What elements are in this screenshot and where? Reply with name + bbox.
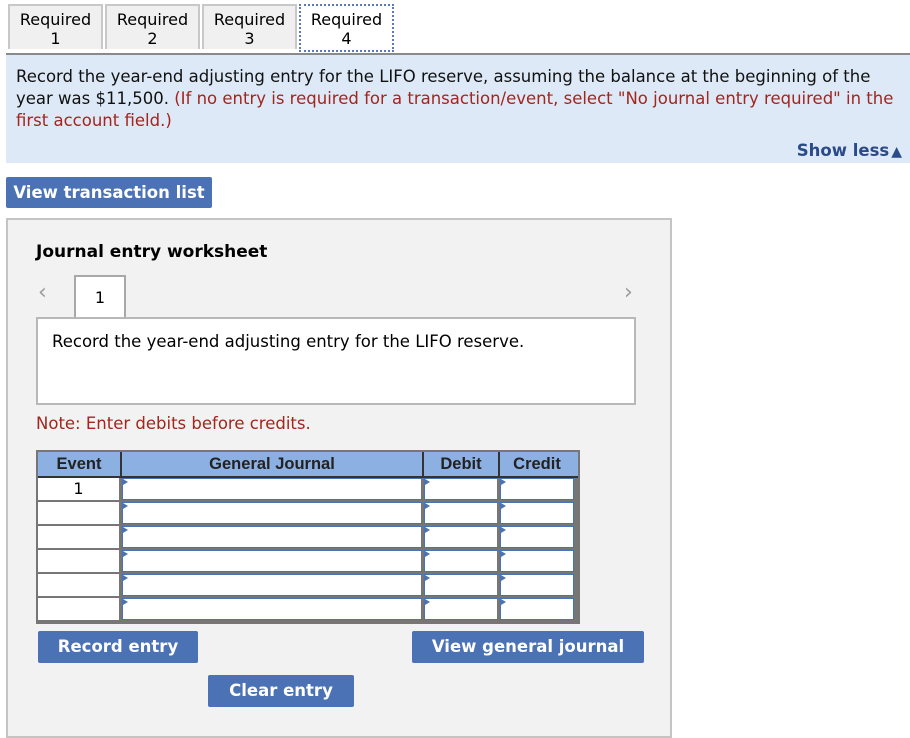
journal-table-header: Event General Journal Debit Credit bbox=[38, 452, 578, 478]
event-cell bbox=[38, 526, 122, 548]
table-row bbox=[38, 598, 578, 622]
chevron-left-icon[interactable]: ‹ bbox=[38, 280, 47, 305]
record-entry-button[interactable]: Record entry bbox=[38, 631, 198, 663]
tab-required-1[interactable]: Required 1 bbox=[8, 4, 103, 49]
tab-label: Required bbox=[116, 10, 189, 29]
chevron-right-icon[interactable]: › bbox=[624, 280, 633, 305]
debit-input[interactable] bbox=[424, 598, 500, 620]
event-cell bbox=[38, 574, 122, 596]
show-less-label: Show less bbox=[796, 141, 890, 160]
credit-input[interactable] bbox=[500, 550, 574, 572]
view-general-journal-button[interactable]: View general journal bbox=[412, 631, 644, 663]
journal-entry-worksheet: Journal entry worksheet ‹ 1 › Record the… bbox=[6, 218, 672, 738]
tab-required-4[interactable]: Required 4 bbox=[299, 4, 394, 52]
credit-input[interactable] bbox=[500, 478, 574, 500]
tab-number: 3 bbox=[244, 29, 255, 48]
event-cell: 1 bbox=[38, 478, 122, 500]
account-input[interactable] bbox=[122, 502, 424, 524]
debit-input[interactable] bbox=[424, 478, 500, 500]
table-row bbox=[38, 574, 578, 598]
credit-input[interactable] bbox=[500, 526, 574, 548]
worksheet-title: Journal entry worksheet bbox=[36, 242, 268, 262]
view-transaction-list-button[interactable]: View transaction list bbox=[6, 177, 212, 208]
account-input[interactable] bbox=[122, 550, 424, 572]
account-input[interactable] bbox=[122, 574, 424, 596]
journal-table: Event General Journal Debit Credit 1 bbox=[36, 450, 580, 624]
credit-input[interactable] bbox=[500, 598, 574, 620]
clear-entry-button[interactable]: Clear entry bbox=[208, 675, 354, 707]
tab-label: Required bbox=[19, 10, 92, 29]
debit-input[interactable] bbox=[424, 550, 500, 572]
event-cell bbox=[38, 598, 122, 620]
table-row bbox=[38, 550, 578, 574]
header-general-journal: General Journal bbox=[122, 452, 424, 476]
credit-input[interactable] bbox=[500, 574, 574, 596]
debit-input[interactable] bbox=[424, 526, 500, 548]
instructions-text: Record the year-end adjusting entry for … bbox=[16, 66, 906, 132]
debit-input[interactable] bbox=[424, 502, 500, 524]
tab-required-3[interactable]: Required 3 bbox=[202, 4, 297, 49]
tab-number: 2 bbox=[147, 29, 158, 48]
show-less-link[interactable]: Show less ▲ bbox=[797, 141, 902, 160]
event-cell bbox=[38, 550, 122, 572]
transaction-description-box: Record the year-end adjusting entry for … bbox=[36, 317, 636, 405]
debit-input[interactable] bbox=[424, 574, 500, 596]
tab-required-2[interactable]: Required 2 bbox=[105, 4, 200, 49]
account-input[interactable] bbox=[122, 598, 424, 620]
transaction-description: Record the year-end adjusting entry for … bbox=[52, 332, 525, 351]
tab-label: Required bbox=[213, 10, 286, 29]
header-credit: Credit bbox=[513, 455, 561, 473]
instructions-panel: Record the year-end adjusting entry for … bbox=[6, 55, 910, 163]
event-cell bbox=[38, 502, 122, 524]
header-event: Event bbox=[38, 452, 122, 476]
tab-number: 1 bbox=[50, 29, 61, 48]
table-row: 1 bbox=[38, 478, 578, 502]
debits-credits-note: Note: Enter debits before credits. bbox=[36, 414, 311, 433]
tab-label: Required bbox=[310, 10, 383, 29]
table-row bbox=[38, 526, 578, 550]
credit-input[interactable] bbox=[500, 502, 574, 524]
account-input[interactable] bbox=[122, 526, 424, 548]
header-debit: Debit bbox=[424, 452, 500, 476]
journal-table-body: 1 bbox=[38, 478, 578, 622]
triangle-up-icon: ▲ bbox=[891, 144, 902, 160]
requirement-tabs: Required 1 Required 2 Required 3 Required 4 bbox=[8, 4, 396, 53]
worksheet-page-tab[interactable]: 1 bbox=[74, 275, 126, 317]
account-input[interactable] bbox=[122, 478, 424, 500]
table-row bbox=[38, 502, 578, 526]
tab-number: 4 bbox=[341, 29, 352, 48]
